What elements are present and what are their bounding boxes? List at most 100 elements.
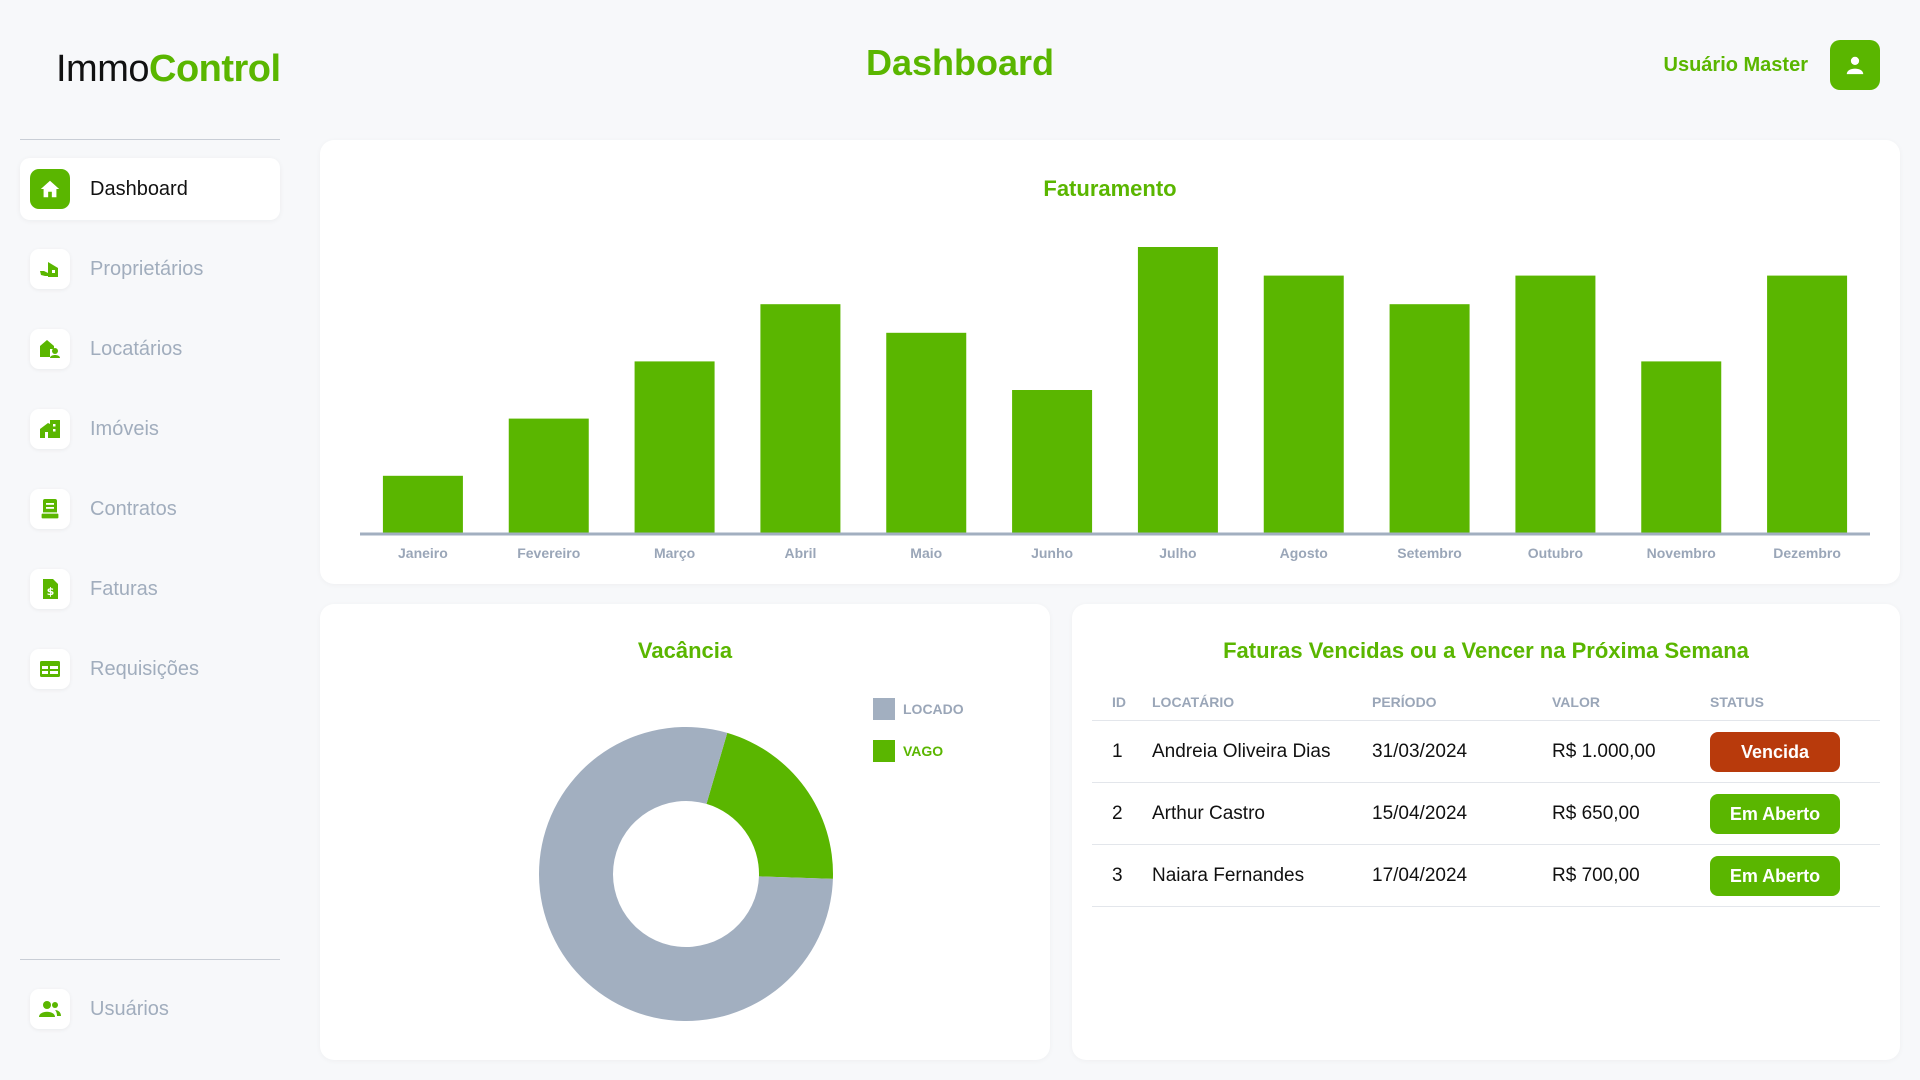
x-tick-label: Junho — [1031, 545, 1073, 561]
x-tick-label: Setembro — [1397, 545, 1462, 561]
column-header-locatario: LOCATÁRIO — [1152, 684, 1372, 721]
legend-swatch-vago — [873, 740, 895, 762]
x-tick-label: Março — [654, 545, 695, 561]
logo-part-2: Control — [149, 48, 281, 90]
faturas-table: ID LOCATÁRIO PERÍODO VALOR STATUS 1 Andr… — [1092, 684, 1880, 907]
bar-maio[interactable] — [886, 332, 967, 533]
column-header-valor: VALOR — [1552, 684, 1710, 721]
sidebar-nav: Dashboard Proprietários Locatários Imóve… — [20, 158, 280, 718]
table-row[interactable]: 1 Andreia Oliveira Dias 31/03/2024 R$ 1.… — [1092, 720, 1880, 783]
cell-periodo: 17/04/2024 — [1372, 844, 1552, 907]
x-tick-label: Fevereiro — [517, 545, 580, 561]
cell-periodo: 15/04/2024 — [1372, 782, 1552, 845]
cell-id: 3 — [1092, 844, 1152, 907]
status-badge[interactable]: Em Aberto — [1710, 793, 1840, 834]
legend-item-locado[interactable]: LOCADO — [873, 698, 964, 720]
sidebar-item-label: Faturas — [90, 577, 158, 600]
bar-dezembro[interactable] — [1767, 275, 1848, 533]
sidebar-item-contratos[interactable]: Contratos — [20, 478, 280, 540]
app-logo[interactable]: ImmoControl — [56, 48, 281, 91]
vacancia-donut-chart — [539, 727, 833, 1021]
user-name: Usuário Master — [1663, 53, 1809, 76]
x-tick-label: Julho — [1159, 545, 1196, 561]
sidebar-item-requisicoes[interactable]: Requisições — [20, 638, 280, 700]
bar-julho[interactable] — [1137, 247, 1218, 533]
contract-icon — [30, 489, 70, 529]
slice-vago[interactable] — [706, 732, 833, 879]
legend-label-vago: VAGO — [903, 743, 944, 759]
bar-janeiro[interactable] — [382, 475, 463, 533]
cell-id: 1 — [1092, 720, 1152, 783]
column-header-periodo: PERÍODO — [1372, 684, 1552, 721]
sidebar-item-label: Locatários — [90, 337, 183, 360]
invoice-dollar-icon: $ — [30, 569, 70, 609]
sidebar-item-usuarios[interactable]: Usuários — [20, 978, 280, 1040]
bar-setembro[interactable] — [1389, 304, 1470, 533]
status-badge[interactable]: Vencida — [1710, 731, 1840, 772]
sidebar-item-label: Usuários — [90, 997, 169, 1020]
sidebar-item-proprietarios[interactable]: Proprietários — [20, 238, 280, 300]
sidebar-item-dashboard[interactable]: Dashboard — [20, 158, 280, 220]
sidebar-divider-top — [20, 139, 280, 140]
sidebar-item-label: Proprietários — [90, 257, 204, 280]
cell-status: Em Aberto — [1710, 844, 1880, 907]
cell-status: Vencida — [1710, 720, 1880, 783]
home-icon — [30, 169, 70, 209]
user-avatar-button[interactable] — [1830, 40, 1880, 90]
x-tick-label: Novembro — [1647, 545, 1716, 561]
legend-label-locado: LOCADO — [903, 701, 964, 717]
sidebar-item-locatarios[interactable]: Locatários — [20, 318, 280, 380]
sidebar-item-label: Contratos — [90, 497, 177, 520]
vacancia-legend: LOCADO VAGO — [873, 698, 964, 782]
owner-house-icon — [30, 249, 70, 289]
cell-locatario: Andreia Oliveira Dias — [1152, 720, 1372, 783]
sidebar-item-faturas[interactable]: $ Faturas — [20, 558, 280, 620]
logo-part-1: Immo — [56, 48, 150, 90]
cell-periodo: 31/03/2024 — [1372, 720, 1552, 783]
column-header-status: STATUS — [1710, 684, 1880, 721]
cell-locatario: Arthur Castro — [1152, 782, 1372, 845]
table-header-row: ID LOCATÁRIO PERÍODO VALOR STATUS — [1092, 684, 1880, 721]
user-menu[interactable]: Usuário Master — [1663, 40, 1880, 90]
sidebar: ImmoControl Dashboard Proprietários Loca… — [0, 0, 300, 1080]
svg-text:$: $ — [47, 585, 55, 598]
legend-item-vago[interactable]: VAGO — [873, 740, 964, 762]
bar-abril[interactable] — [760, 304, 841, 533]
faturas-title: Faturas Vencidas ou a Vencer na Próxima … — [1223, 638, 1749, 663]
cell-valor: R$ 700,00 — [1552, 844, 1710, 907]
building-icon — [30, 409, 70, 449]
bar-agosto[interactable] — [1263, 275, 1344, 533]
sidebar-item-label: Requisições — [90, 657, 199, 680]
tenant-icon — [30, 329, 70, 369]
x-tick-label: Maio — [910, 545, 942, 561]
sidebar-item-imoveis[interactable]: Imóveis — [20, 398, 280, 460]
faturamento-bar-chart: Janeiro Fevereiro Março Abril Maio Junho Julho… — [360, 247, 1870, 561]
users-icon — [30, 989, 70, 1029]
x-tick-label: Abril — [784, 545, 816, 561]
cell-valor: R$ 1.000,00 — [1552, 720, 1710, 783]
vacancia-title: Vacância — [637, 638, 733, 663]
cell-locatario: Naiara Fernandes — [1152, 844, 1372, 907]
x-tick-label: Agosto — [1280, 545, 1328, 561]
bar-junho[interactable] — [1012, 390, 1093, 533]
sidebar-divider-bottom — [20, 959, 280, 960]
x-tick-label: Outubro — [1528, 545, 1583, 561]
bar-novembro[interactable] — [1641, 361, 1722, 533]
sidebar-bottom-nav: Usuários — [20, 978, 280, 1058]
sidebar-item-label: Imóveis — [90, 417, 159, 440]
bar-fevereiro[interactable] — [508, 418, 589, 533]
table-list-icon — [30, 649, 70, 689]
cell-valor: R$ 650,00 — [1552, 782, 1710, 845]
status-badge[interactable]: Em Aberto — [1710, 855, 1840, 896]
x-tick-label: Dezembro — [1773, 545, 1841, 561]
legend-swatch-locado — [873, 698, 895, 720]
x-tick-label: Janeiro — [398, 545, 448, 561]
column-header-id: ID — [1092, 684, 1152, 721]
cell-status: Em Aberto — [1710, 782, 1880, 845]
bar-outubro[interactable] — [1515, 275, 1596, 533]
bar-março[interactable] — [634, 361, 715, 533]
cell-id: 2 — [1092, 782, 1152, 845]
table-row[interactable]: 3 Naiara Fernandes 17/04/2024 R$ 700,00 … — [1092, 844, 1880, 907]
table-row[interactable]: 2 Arthur Castro 15/04/2024 R$ 650,00 Em … — [1092, 782, 1880, 845]
user-icon — [1846, 56, 1864, 75]
